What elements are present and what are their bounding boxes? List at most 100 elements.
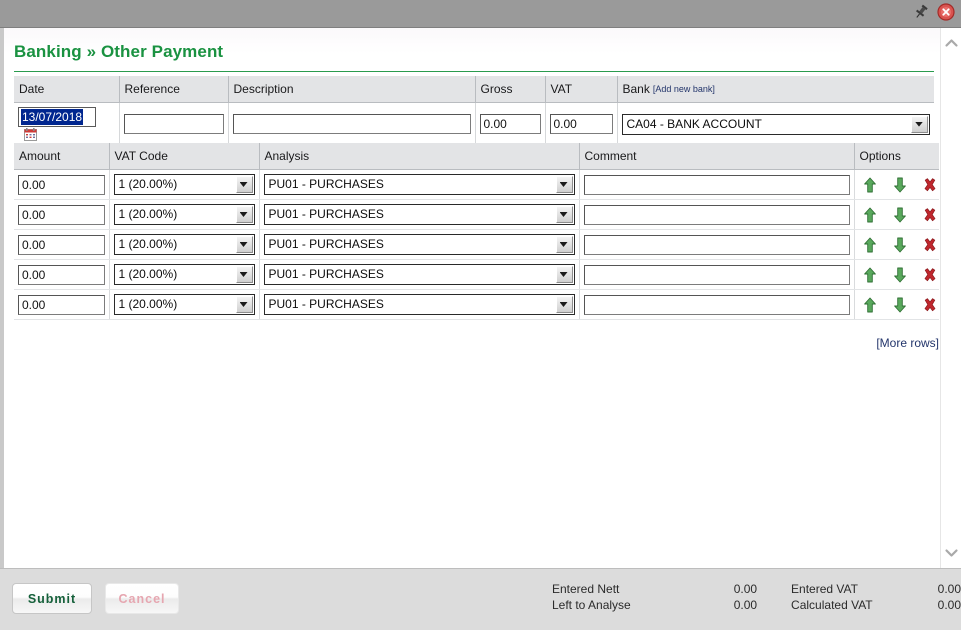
description-input[interactable] [232, 114, 471, 135]
comment-input[interactable] [583, 264, 850, 285]
vat-input[interactable] [549, 114, 613, 135]
analysis-select[interactable]: PU01 - PURCHASES [263, 294, 575, 315]
column-header-date: Date [14, 76, 120, 103]
analysis-select[interactable]: PU01 - PURCHASES [263, 264, 575, 285]
vat-code-select[interactable]: 1 (20.00%) [113, 234, 255, 255]
move-down-icon[interactable] [893, 267, 907, 283]
column-header-vat-code: VAT Code [109, 143, 260, 170]
comment-input[interactable] [583, 234, 850, 255]
table-row: 1 (20.00%) PU01 - PURCHASES [14, 169, 939, 200]
column-header-vat: VAT [545, 76, 618, 103]
lines-header-row: Amount VAT Code Analysis Comment Options [14, 143, 939, 170]
move-down-icon[interactable] [893, 297, 907, 313]
delete-icon[interactable] [923, 237, 937, 253]
analysis-select[interactable]: PU01 - PURCHASES [263, 204, 575, 225]
delete-icon[interactable] [923, 267, 937, 283]
header-form-input-row: 13/07/2018 0.00 0.00 CA04 - BANK ACCOUNT [14, 102, 934, 147]
comment-cell [579, 199, 855, 230]
vat-code-select[interactable]: 1 (20.00%) [113, 264, 255, 285]
left-to-analyse-value: 0.00 [733, 598, 758, 612]
options-cell [854, 229, 939, 260]
move-up-icon[interactable] [863, 237, 877, 253]
move-up-icon[interactable] [863, 177, 877, 193]
vat-code-cell: 1 (20.00%) [109, 199, 260, 230]
footer-bar: Submit Cancel Entered Nett 0.00 Entered … [0, 568, 961, 630]
amount-input[interactable] [18, 234, 105, 255]
chevron-down-icon[interactable] [555, 236, 573, 253]
move-up-icon[interactable] [863, 207, 877, 223]
column-header-options: Options [854, 143, 939, 170]
comment-cell [579, 229, 855, 260]
move-up-icon[interactable] [863, 267, 877, 283]
amount-input[interactable] [18, 294, 105, 315]
amount-input[interactable] [18, 264, 105, 285]
pushpin-icon[interactable] [912, 3, 930, 21]
comment-input[interactable] [583, 174, 850, 195]
page-title: Banking » Other Payment [14, 42, 224, 61]
column-header-amount: Amount [14, 143, 110, 170]
entered-nett-label: Entered Nett [552, 582, 620, 596]
analysis-cell: PU01 - PURCHASES [259, 259, 580, 290]
move-down-icon[interactable] [893, 177, 907, 193]
entered-vat-label: Entered VAT [791, 582, 858, 596]
chevron-down-icon[interactable] [235, 266, 253, 283]
title-bar-controls [912, 3, 955, 21]
vat-code-value: 1 (20.00%) [118, 267, 178, 281]
chevron-down-icon[interactable] [235, 176, 253, 193]
comment-input[interactable] [583, 294, 850, 315]
vat-code-select[interactable]: 1 (20.00%) [113, 174, 255, 195]
bank-select[interactable]: CA04 - BANK ACCOUNT [621, 113, 930, 135]
analysis-select[interactable]: PU01 - PURCHASES [263, 174, 575, 195]
delete-icon[interactable] [923, 177, 937, 193]
submit-button[interactable]: Submit [12, 583, 92, 614]
delete-icon[interactable] [923, 207, 937, 223]
chevron-down-icon[interactable] [235, 236, 253, 253]
totals-table: Entered Nett 0.00 Entered VAT 0.00 Left … [552, 581, 961, 613]
analysis-cell: PU01 - PURCHASES [259, 289, 580, 320]
add-new-bank-link[interactable]: [Add new bank] [653, 84, 715, 94]
vertical-scrollbar[interactable] [940, 28, 961, 568]
scroll-up-icon[interactable] [944, 36, 959, 51]
chevron-down-icon[interactable] [911, 115, 928, 133]
vat-code-select[interactable]: 1 (20.00%) [113, 204, 255, 225]
calendar-icon[interactable] [24, 128, 37, 142]
header-form-header-row: Date Reference Description Gross VAT Ban… [14, 76, 934, 103]
chevron-down-icon[interactable] [555, 296, 573, 313]
gross-input[interactable] [479, 114, 541, 135]
amount-cell [14, 229, 110, 260]
options-cell [854, 199, 939, 230]
column-header-bank: Bank [Add new bank] [617, 76, 934, 103]
analysis-select[interactable]: PU01 - PURCHASES [263, 234, 575, 255]
close-icon[interactable] [937, 3, 955, 21]
date-input[interactable]: 13/07/2018 [18, 107, 96, 127]
more-rows-container: [More rows] [14, 336, 939, 350]
bank-select-value: CA04 - BANK ACCOUNT [626, 116, 762, 131]
column-header-description: Description [228, 76, 476, 103]
analysis-value: PU01 - PURCHASES [268, 267, 384, 281]
move-down-icon[interactable] [893, 237, 907, 253]
reference-input[interactable] [123, 114, 224, 135]
delete-icon[interactable] [923, 297, 937, 313]
move-down-icon[interactable] [893, 207, 907, 223]
table-row: 1 (20.00%) PU01 - PURCHASES [14, 259, 939, 290]
vat-code-cell: 1 (20.00%) [109, 289, 260, 320]
move-up-icon[interactable] [863, 297, 877, 313]
chevron-down-icon[interactable] [555, 266, 573, 283]
column-header-bank-label: Bank [622, 82, 650, 96]
chevron-down-icon[interactable] [235, 206, 253, 223]
vat-code-select[interactable]: 1 (20.00%) [113, 294, 255, 315]
chevron-down-icon[interactable] [235, 296, 253, 313]
options-cell [854, 289, 939, 320]
amount-input[interactable] [18, 204, 105, 225]
amount-input[interactable] [18, 174, 105, 195]
comment-input[interactable] [583, 204, 850, 225]
amount-cell [14, 289, 110, 320]
more-rows-link[interactable]: [More rows] [876, 336, 939, 350]
scroll-down-icon[interactable] [944, 545, 959, 560]
amount-cell [14, 199, 110, 230]
chevron-down-icon[interactable] [555, 176, 573, 193]
chevron-down-icon[interactable] [555, 206, 573, 223]
analysis-cell: PU01 - PURCHASES [259, 169, 580, 200]
analysis-value: PU01 - PURCHASES [268, 297, 384, 311]
column-header-analysis: Analysis [259, 143, 580, 170]
